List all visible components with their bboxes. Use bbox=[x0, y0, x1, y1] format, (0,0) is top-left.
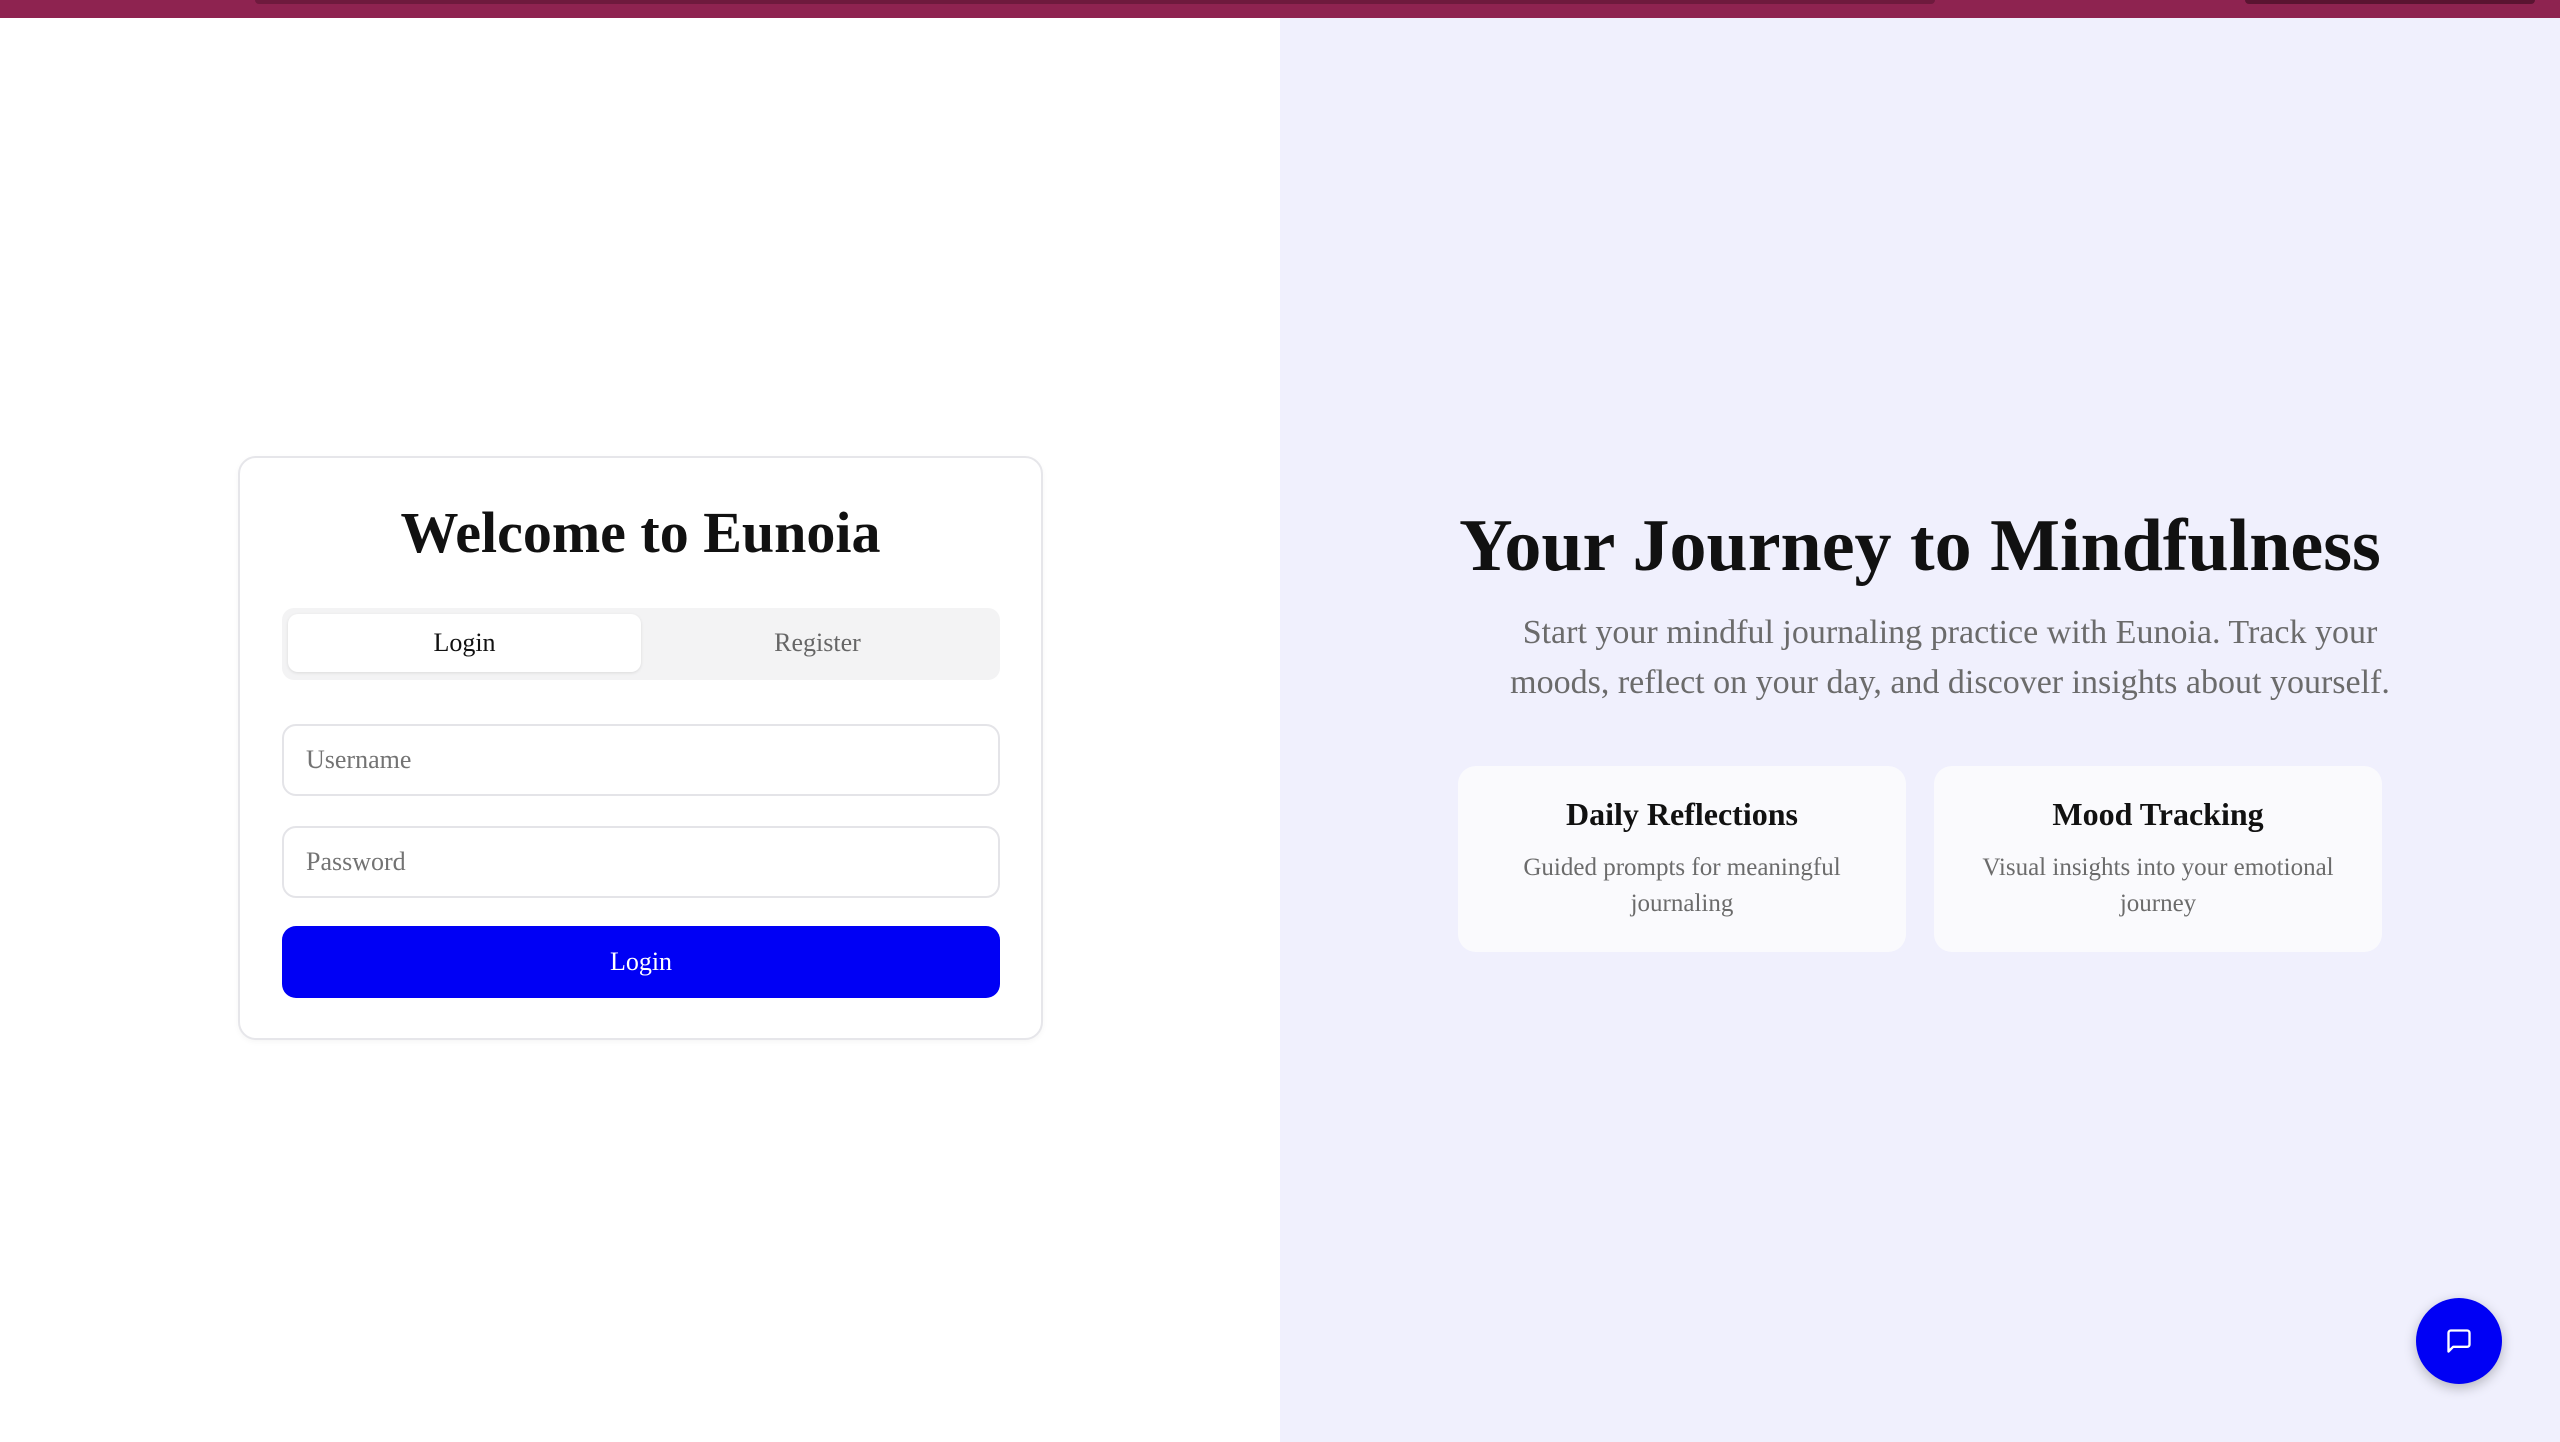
chat-button[interactable] bbox=[2416, 1298, 2502, 1384]
tab-login[interactable]: Login bbox=[288, 614, 641, 672]
hero-title: Your Journey to Mindfulness bbox=[1459, 505, 2381, 587]
auth-pane: Welcome to Eunoia Login Register Login bbox=[0, 18, 1280, 1442]
feature-description: Guided prompts for meaningful journaling bbox=[1523, 854, 1841, 917]
feature-description: Visual insights into your emotional jour… bbox=[1982, 854, 2334, 917]
login-button[interactable]: Login bbox=[282, 926, 1000, 998]
login-card: Welcome to Eunoia Login Register Login bbox=[238, 456, 1043, 1040]
username-input[interactable] bbox=[282, 724, 1000, 796]
feature-title: Daily Reflections bbox=[1566, 796, 1798, 832]
top-banner bbox=[0, 0, 2560, 18]
feature-title: Mood Tracking bbox=[2052, 796, 2264, 832]
feature-card-daily-reflections: Daily Reflections Guided prompts for mea… bbox=[1458, 766, 1906, 952]
feature-card-mood-tracking: Mood Tracking Visual insights into your … bbox=[1934, 766, 2382, 952]
tab-register[interactable]: Register bbox=[641, 614, 994, 672]
top-banner-shape bbox=[255, 0, 1935, 4]
hero-pane: Your Journey to Mindfulness Start your m… bbox=[1280, 18, 2560, 1442]
chat-bubble-icon bbox=[2447, 1329, 2471, 1353]
auth-tabs: Login Register bbox=[282, 608, 1000, 680]
password-input[interactable] bbox=[282, 826, 1000, 898]
top-banner-shape bbox=[2245, 0, 2535, 4]
hero-subtitle: Start your mindful journaling practice w… bbox=[1510, 614, 2390, 701]
welcome-title: Welcome to Eunoia bbox=[400, 500, 881, 565]
